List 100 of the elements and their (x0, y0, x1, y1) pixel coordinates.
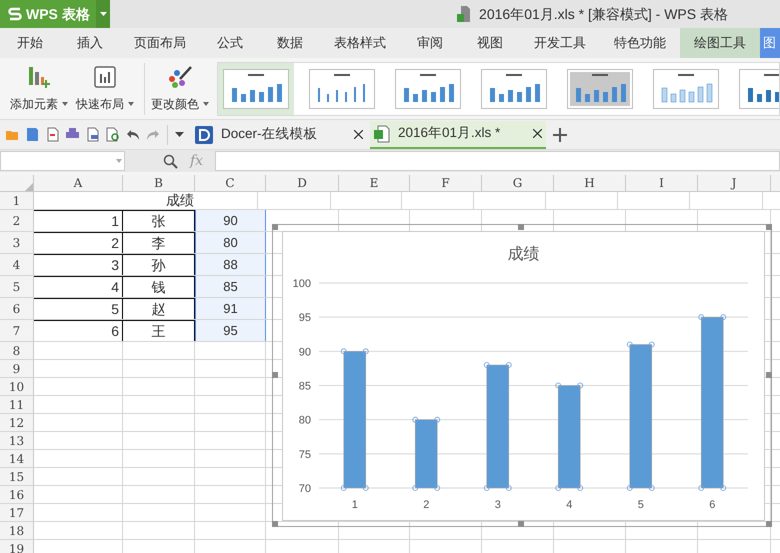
bar[interactable] (700, 316, 724, 488)
menu-tab[interactable]: 公式 (200, 28, 260, 58)
document-tab[interactable]: 2016年01月.xls * (370, 120, 546, 148)
column-header[interactable]: E (339, 175, 410, 191)
chart-area[interactable]: 成绩 70 75 80 85 90 95 100 1 2 3 4 5 6 (282, 231, 765, 521)
tab-label: 2016年01月.xls * (398, 124, 502, 142)
row-header[interactable]: 8 (0, 342, 34, 359)
menu-tab[interactable]: 特色功能 (600, 28, 680, 58)
row-header[interactable]: 11 (0, 396, 34, 413)
selection-handle[interactable] (626, 485, 633, 491)
table-cell-text: 5 (111, 300, 119, 318)
add-icon[interactable] (553, 128, 567, 142)
chart-layout-icon (93, 64, 117, 88)
selection-handle[interactable] (434, 485, 440, 491)
menu-tab[interactable]: 审阅 (400, 28, 460, 58)
row-header[interactable]: 6 (0, 298, 34, 319)
save-icon[interactable] (24, 126, 41, 144)
table-cell-text: 1 (111, 212, 119, 230)
close-icon[interactable] (354, 130, 363, 139)
formula-input[interactable] (215, 151, 780, 171)
bar[interactable] (558, 385, 581, 488)
menu-tab[interactable]: 绘图工具 (680, 28, 760, 58)
selection-handle[interactable] (362, 485, 369, 491)
row-header[interactable]: 14 (0, 450, 34, 467)
selection-handle[interactable] (340, 348, 347, 354)
column-header[interactable]: F (410, 175, 482, 191)
resize-handle[interactable] (518, 521, 524, 527)
document-logo-icon (195, 126, 213, 144)
zoom-formula-icon[interactable] (163, 154, 178, 168)
column-header[interactable]: B (123, 175, 195, 191)
selection-handle[interactable] (484, 485, 490, 491)
menu-tab[interactable]: 表格样式 (320, 28, 400, 58)
selection-handle[interactable] (626, 342, 633, 348)
column-header[interactable]: I (626, 175, 698, 191)
selection-handle[interactable] (362, 348, 369, 354)
bar[interactable] (629, 344, 652, 488)
menu-tab[interactable]: 插入 (60, 28, 120, 58)
row-header[interactable]: 9 (0, 360, 34, 377)
column-header[interactable]: D (266, 175, 339, 191)
selection-handle[interactable] (506, 362, 512, 368)
resize-handle[interactable] (272, 372, 278, 378)
row-header[interactable]: 10 (0, 378, 34, 395)
selection-handle[interactable] (648, 485, 655, 491)
row-header[interactable]: 13 (0, 432, 34, 449)
axis-tick-label: 70 (298, 483, 311, 495)
selection-handle[interactable] (484, 362, 490, 368)
column-header[interactable]: G (482, 175, 554, 191)
row-header[interactable]: 7 (0, 320, 34, 341)
selection-handle[interactable] (555, 485, 562, 491)
column-header[interactable]: J (698, 175, 771, 191)
close-icon[interactable] (533, 129, 542, 138)
selection-handle[interactable] (648, 342, 655, 348)
ribbon-button[interactable]: 快速布局 (74, 64, 136, 112)
row-header[interactable]: 2 (0, 210, 34, 231)
selection-handle[interactable] (577, 485, 584, 491)
row-header[interactable]: 18 (0, 522, 34, 539)
resize-handle[interactable] (272, 224, 278, 230)
row-header[interactable]: 16 (0, 486, 34, 503)
row-header[interactable]: 12 (0, 414, 34, 431)
menu-tab[interactable]: 开发工具 (520, 28, 600, 58)
resize-handle[interactable] (518, 224, 524, 230)
bar[interactable] (486, 364, 510, 488)
row-header[interactable]: 1 (0, 192, 34, 209)
selection-handle[interactable] (720, 485, 726, 491)
resize-handle[interactable] (272, 521, 278, 527)
resize-handle[interactable] (766, 372, 772, 378)
chart-style-option[interactable] (218, 62, 294, 114)
name-box[interactable] (0, 151, 125, 171)
row-header[interactable]: 5 (0, 276, 34, 297)
row-header[interactable]: 3 (0, 232, 34, 253)
table-title: 成绩 (166, 191, 194, 210)
selection-handle[interactable] (577, 382, 584, 388)
row-header[interactable]: 4 (0, 254, 34, 275)
column-header[interactable]: C (195, 175, 266, 191)
selection-handle[interactable] (698, 485, 704, 491)
bar[interactable] (414, 419, 438, 488)
ribbon-button[interactable]: 添加元素 (8, 64, 70, 112)
selection-handle[interactable] (412, 416, 418, 423)
row-header[interactable]: 17 (0, 504, 34, 521)
row-header[interactable]: 19 (0, 540, 34, 553)
selection-handle[interactable] (506, 485, 512, 491)
menu-tab[interactable]: 页面布局 (120, 28, 200, 58)
selection-handle[interactable] (412, 485, 418, 491)
resize-handle[interactable] (766, 224, 772, 230)
bar[interactable] (343, 351, 366, 488)
ribbon-button[interactable]: 更改颜色 (148, 64, 211, 112)
resize-handle[interactable] (766, 521, 772, 527)
selection-handle[interactable] (555, 382, 562, 388)
menu-tab[interactable]: 开始 (0, 28, 60, 58)
selection-handle[interactable] (720, 314, 726, 320)
menu-tab[interactable]: 数据 (260, 28, 320, 58)
document-search-icon[interactable] (104, 126, 121, 144)
column-header[interactable]: H (554, 175, 626, 191)
row-header[interactable]: 15 (0, 468, 34, 485)
selection-handle[interactable] (434, 416, 440, 423)
selection-handle[interactable] (698, 314, 704, 320)
menu-tab[interactable]: 视图 (460, 28, 520, 58)
selection-handle[interactable] (340, 485, 347, 491)
caret-icon (128, 102, 134, 106)
column-header[interactable]: A (34, 175, 123, 191)
